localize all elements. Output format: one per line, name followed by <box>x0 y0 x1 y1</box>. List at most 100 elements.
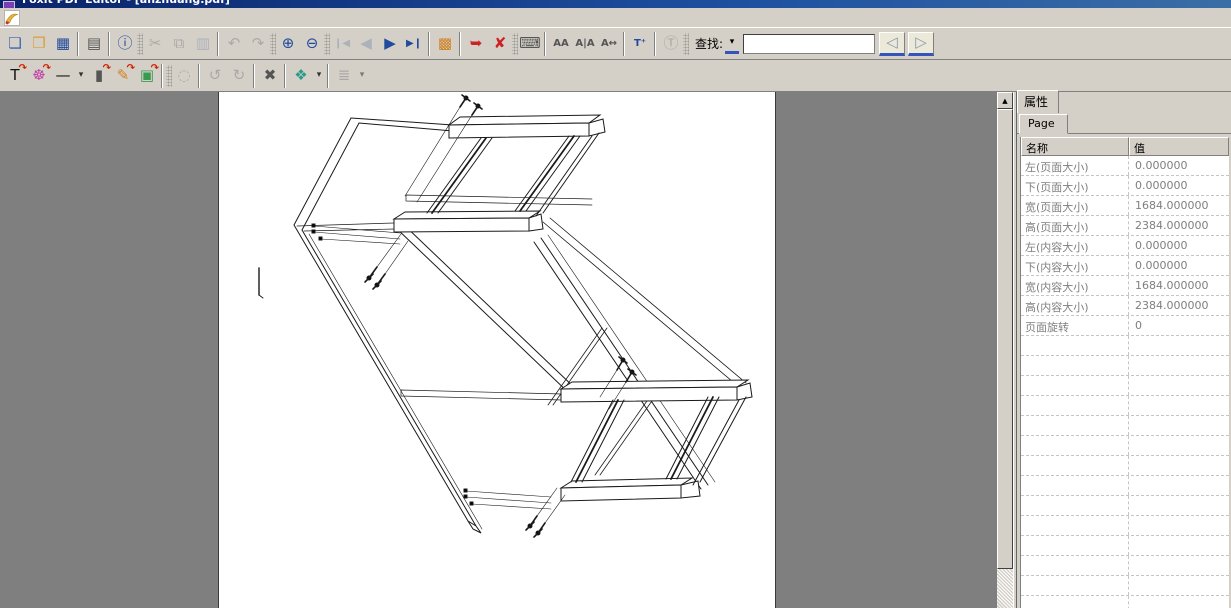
property-rows: 左(页面大小) 0.000000 下(页面大小) 0.000000 宽(页面大小… <box>1021 156 1229 608</box>
text-tool-icon: T <box>10 68 19 83</box>
document-info-button[interactable]: ⓘ <box>113 32 137 56</box>
chevron-down-icon: ▾ <box>360 71 365 80</box>
undo-button[interactable]: ↶ <box>222 32 246 56</box>
menu-items <box>24 16 136 20</box>
find-next-button[interactable]: ▷ <box>908 32 934 56</box>
virtual-keyboard-button[interactable]: ⌨ <box>518 32 542 56</box>
prev-page-button[interactable]: ◀ <box>354 32 378 56</box>
column-header-name[interactable]: 名称 <box>1021 137 1129 156</box>
tab-page[interactable]: Page <box>1019 114 1068 134</box>
font-kerning-icon: A|A <box>575 39 594 49</box>
redo-button[interactable]: ↷ <box>246 32 270 56</box>
menu-help[interactable] <box>122 16 136 20</box>
last-page-icon: ▶❙ <box>406 39 422 49</box>
edit-image-icon: ✎ <box>117 68 130 83</box>
find-previous-button[interactable]: ◁ <box>879 32 905 56</box>
find-next-icon: ▷ <box>915 35 927 50</box>
font-kerning-button[interactable]: A|A <box>573 32 597 56</box>
scroll-up-button[interactable]: ▲ <box>997 92 1013 109</box>
delete-object-button[interactable]: ✖ <box>258 64 282 88</box>
menu-object[interactable] <box>52 16 66 20</box>
rotate-object-right-button[interactable]: ↻ <box>227 64 251 88</box>
first-page-button[interactable]: ❙◀ <box>330 32 354 56</box>
menu-filter[interactable] <box>94 16 108 20</box>
open-button[interactable]: ❒ <box>27 32 51 56</box>
next-page-button[interactable]: ▶ <box>378 32 402 56</box>
app-logo-icon[interactable] <box>4 10 20 26</box>
menu-window[interactable] <box>108 16 122 20</box>
rotate-right-icon: ↻ <box>233 68 246 83</box>
color-tool[interactable]: ☸ <box>27 64 51 88</box>
edit-image-tool[interactable]: ✎ <box>111 64 135 88</box>
menu-view[interactable] <box>80 16 94 20</box>
property-row-empty <box>1021 376 1229 396</box>
delete-page-button[interactable]: ✘ <box>488 32 512 56</box>
insert-page-button[interactable]: ➥ <box>464 32 488 56</box>
rotate-object-left-button[interactable]: ↺ <box>203 64 227 88</box>
delete-object-icon: ✖ <box>264 68 277 83</box>
window-icon[interactable] <box>3 1 15 8</box>
undo-arrow-icon: ↶ <box>228 36 241 51</box>
scrollbar-thumb[interactable] <box>997 109 1013 569</box>
line-icon: — <box>56 68 71 83</box>
line-style-tool[interactable]: — <box>51 64 75 88</box>
print-button[interactable]: ▤ <box>82 32 106 56</box>
chevron-down-icon: ▾ <box>79 71 84 80</box>
paste-button[interactable]: ▥ <box>191 32 215 56</box>
property-row-empty <box>1021 576 1229 596</box>
align-tool[interactable]: ≣ <box>332 64 356 88</box>
vertical-scrollbar[interactable]: ▲ <box>997 92 1013 608</box>
separator <box>75 32 82 56</box>
shapes-icon: ❖ <box>294 68 307 83</box>
new-button[interactable]: ❏ <box>3 32 27 56</box>
line-style-dropdown[interactable]: ▾ <box>75 64 87 88</box>
zoom-in-button[interactable]: ⊕ <box>276 32 300 56</box>
zoom-out-icon: ⊖ <box>306 36 319 51</box>
color-wheel-icon: ☸ <box>32 68 45 83</box>
font-size-button[interactable]: AA <box>549 32 573 56</box>
main-area: ▲ 属性 Page 名称 值 左(页面大小) 0.000000 下(页面大小) <box>0 92 1231 608</box>
save-button[interactable]: ▦ <box>51 32 75 56</box>
document-workspace[interactable] <box>0 92 997 608</box>
align-dropdown[interactable]: ▾ <box>356 64 368 88</box>
add-text-button[interactable]: T⁺ <box>628 32 652 56</box>
insert-image-tool[interactable]: ▣ <box>135 64 159 88</box>
shape-dropdown[interactable]: ▾ <box>313 64 325 88</box>
next-page-icon: ▶ <box>384 36 396 51</box>
cut-button[interactable]: ✂ <box>143 32 167 56</box>
font-spacing-button[interactable]: A↔ <box>597 32 621 56</box>
find-input[interactable] <box>743 34 875 54</box>
separator <box>282 64 289 88</box>
last-page-button[interactable]: ▶❙ <box>402 32 426 56</box>
find-options-dropdown[interactable]: ▾ <box>725 34 739 54</box>
menu-document[interactable] <box>66 16 80 20</box>
page-layout-button[interactable]: ▩ <box>433 32 457 56</box>
property-row-empty <box>1021 456 1229 476</box>
properties-panel: 属性 Page 名称 值 左(页面大小) 0.000000 下(页面大小) 0.… <box>1016 92 1231 608</box>
property-row-empty <box>1021 516 1229 536</box>
menu-file[interactable] <box>24 16 38 20</box>
copy-button[interactable]: ⧉ <box>167 32 191 56</box>
column-header-value[interactable]: 值 <box>1129 137 1229 156</box>
text-region-button[interactable]: Ⓣ <box>659 32 683 56</box>
separator <box>325 64 332 88</box>
find-previous-icon: ◁ <box>886 35 898 50</box>
lasso-select-tool[interactable]: ◌ <box>172 64 196 88</box>
add-text-icon: T⁺ <box>634 39 646 49</box>
first-page-icon: ❙◀ <box>334 39 350 49</box>
property-row-empty <box>1021 476 1229 496</box>
title-bar: Foxit PDF Editor - [anzhuang.pdf] <box>0 0 1231 8</box>
zoom-out-button[interactable]: ⊖ <box>300 32 324 56</box>
edit-text-tool[interactable]: T <box>3 64 27 88</box>
shape-tool[interactable]: ❖ <box>289 64 313 88</box>
font-size-icon: AA <box>553 39 568 49</box>
shading-tool[interactable]: ▮ <box>87 64 111 88</box>
insert-image-icon: ▣ <box>140 68 154 83</box>
font-spacing-icon: A↔ <box>601 39 617 49</box>
isometric-ladder-drawing <box>219 92 775 608</box>
menu-edit[interactable] <box>38 16 52 20</box>
document-page[interactable] <box>218 92 776 608</box>
open-folder-icon: ❒ <box>32 36 45 51</box>
find-group: 查找: ▾ ◁ ▷ <box>691 32 937 56</box>
property-row: 下(页面大小) 0.000000 <box>1021 176 1229 196</box>
